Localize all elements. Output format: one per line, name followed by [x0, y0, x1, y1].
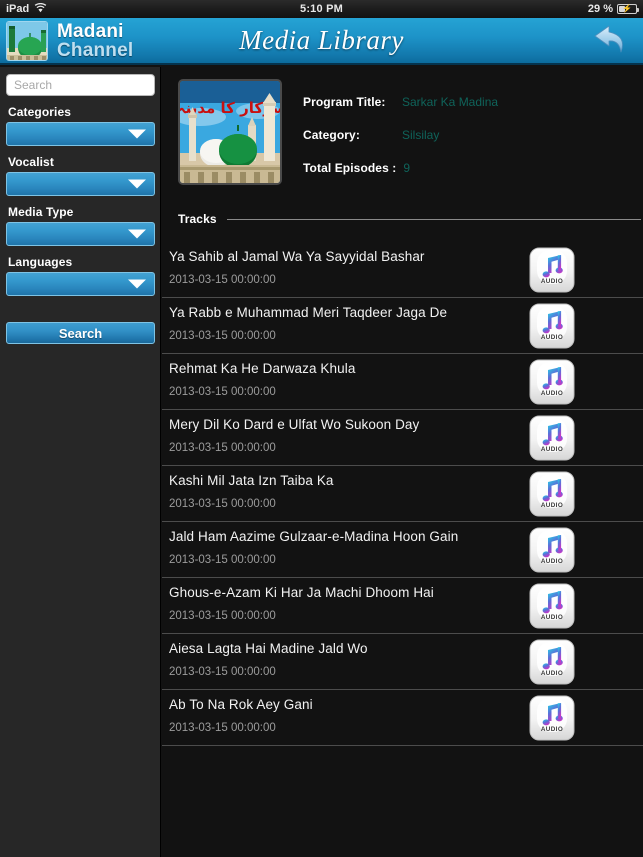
- chevron-down-icon: [128, 229, 146, 239]
- audio-file-icon[interactable]: AUDIO: [529, 247, 575, 293]
- brand-line-1: Madani: [57, 20, 124, 42]
- tracks-section-header: Tracks: [178, 212, 643, 226]
- meta-value-category: Silsilay: [402, 128, 440, 142]
- track-row[interactable]: Rehmat Ka He Darwaza Khula 2013-03-15 00…: [162, 354, 643, 410]
- back-button[interactable]: [589, 24, 635, 60]
- status-bar-right: 29 % ⚡: [587, 3, 639, 15]
- meta-value-program-title: Sarkar Ka Madina: [402, 95, 499, 109]
- meta-row-total-episodes: Total Episodes : 9: [303, 161, 643, 175]
- track-row[interactable]: Ya Rabb e Muhammad Meri Taqdeer Jaga De …: [162, 298, 643, 354]
- svg-text:AUDIO: AUDIO: [541, 502, 563, 509]
- meta-row-program-title: Program Title: Sarkar Ka Madina: [303, 95, 643, 109]
- track-row[interactable]: Aiesa Lagta Hai Madine Jald Wo 2013-03-1…: [162, 634, 643, 690]
- svg-text:AUDIO: AUDIO: [541, 558, 563, 565]
- svg-text:AUDIO: AUDIO: [541, 614, 563, 621]
- brand-name: Madani Channel: [57, 22, 133, 60]
- track-row[interactable]: Kashi Mil Jata Izn Taiba Ka 2013-03-15 0…: [162, 466, 643, 522]
- battery-charging-icon: ⚡: [617, 4, 639, 14]
- chevron-down-icon: [128, 129, 146, 139]
- meta-key-category: Category:: [303, 128, 360, 142]
- meta-key-program-title: Program Title:: [303, 95, 386, 109]
- audio-file-icon[interactable]: AUDIO: [529, 583, 575, 629]
- app-header-bar: Madani Channel Media Library: [0, 18, 643, 65]
- audio-file-icon[interactable]: AUDIO: [529, 303, 575, 349]
- audio-file-icon[interactable]: AUDIO: [529, 359, 575, 405]
- tracks-label: Tracks: [178, 212, 217, 226]
- audio-file-icon[interactable]: AUDIO: [529, 527, 575, 573]
- main-content: سرکار کا مدینہ Program Title: Sarkar Ka …: [162, 67, 643, 857]
- filter-label-languages: Languages: [8, 255, 73, 269]
- program-header: سرکار کا مدینہ Program Title: Sarkar Ka …: [162, 67, 643, 194]
- filter-dropdown-media-type[interactable]: [6, 222, 155, 246]
- back-arrow-icon: [592, 23, 632, 62]
- program-metadata: Program Title: Sarkar Ka Madina Category…: [303, 79, 643, 194]
- svg-text:AUDIO: AUDIO: [541, 390, 563, 397]
- app-root: iPad 5:10 PM 29 % ⚡ Madani Channel Media…: [0, 0, 643, 857]
- status-bar-clock: 5:10 PM: [300, 3, 343, 15]
- audio-file-icon[interactable]: AUDIO: [529, 415, 575, 461]
- brand-line-2: Channel: [57, 39, 134, 61]
- audio-file-icon[interactable]: AUDIO: [529, 471, 575, 517]
- madani-channel-logo-icon: [6, 20, 48, 61]
- svg-text:AUDIO: AUDIO: [541, 670, 563, 677]
- filter-dropdown-languages[interactable]: [6, 272, 155, 296]
- chevron-down-icon: [128, 279, 146, 289]
- filter-dropdown-categories[interactable]: [6, 122, 155, 146]
- audio-file-icon[interactable]: AUDIO: [529, 695, 575, 741]
- svg-text:AUDIO: AUDIO: [541, 334, 563, 341]
- filter-label-vocalist: Vocalist: [8, 155, 54, 169]
- meta-row-category: Category: Silsilay: [303, 128, 643, 142]
- track-row[interactable]: Ghous-e-Azam Ki Har Ja Machi Dhoom Hai 2…: [162, 578, 643, 634]
- svg-text:AUDIO: AUDIO: [541, 446, 563, 453]
- track-row[interactable]: Mery Dil Ko Dard e Ulfat Wo Sukoon Day 2…: [162, 410, 643, 466]
- tracks-divider: [226, 218, 641, 220]
- track-row[interactable]: Ya Sahib al Jamal Wa Ya Sayyidal Bashar …: [162, 242, 643, 298]
- track-list: Ya Sahib al Jamal Wa Ya Sayyidal Bashar …: [162, 242, 643, 746]
- svg-text:AUDIO: AUDIO: [541, 726, 563, 733]
- filter-dropdown-vocalist[interactable]: [6, 172, 155, 196]
- track-row[interactable]: Ab To Na Rok Aey Gani 2013-03-15 00:00:0…: [162, 690, 643, 746]
- filter-sidebar: Categories Vocalist Media Type Languages…: [0, 67, 161, 857]
- track-row[interactable]: Jald Ham Aazime Gulzaar-e-Madina Hoon Ga…: [162, 522, 643, 578]
- svg-text:AUDIO: AUDIO: [541, 278, 563, 285]
- filter-label-categories: Categories: [8, 105, 72, 119]
- meta-value-total-episodes: 9: [403, 161, 411, 175]
- filter-label-media-type: Media Type: [8, 205, 74, 219]
- meta-key-total-episodes: Total Episodes :: [303, 161, 397, 175]
- search-button[interactable]: Search: [6, 322, 155, 344]
- chevron-down-icon: [128, 179, 146, 189]
- battery-percent-label: 29 %: [587, 3, 613, 15]
- search-input[interactable]: [6, 74, 155, 96]
- audio-file-icon[interactable]: AUDIO: [529, 639, 575, 685]
- ios-status-bar: iPad 5:10 PM 29 % ⚡: [0, 0, 643, 18]
- program-thumbnail-madina-mosque: سرکار کا مدینہ: [178, 79, 282, 185]
